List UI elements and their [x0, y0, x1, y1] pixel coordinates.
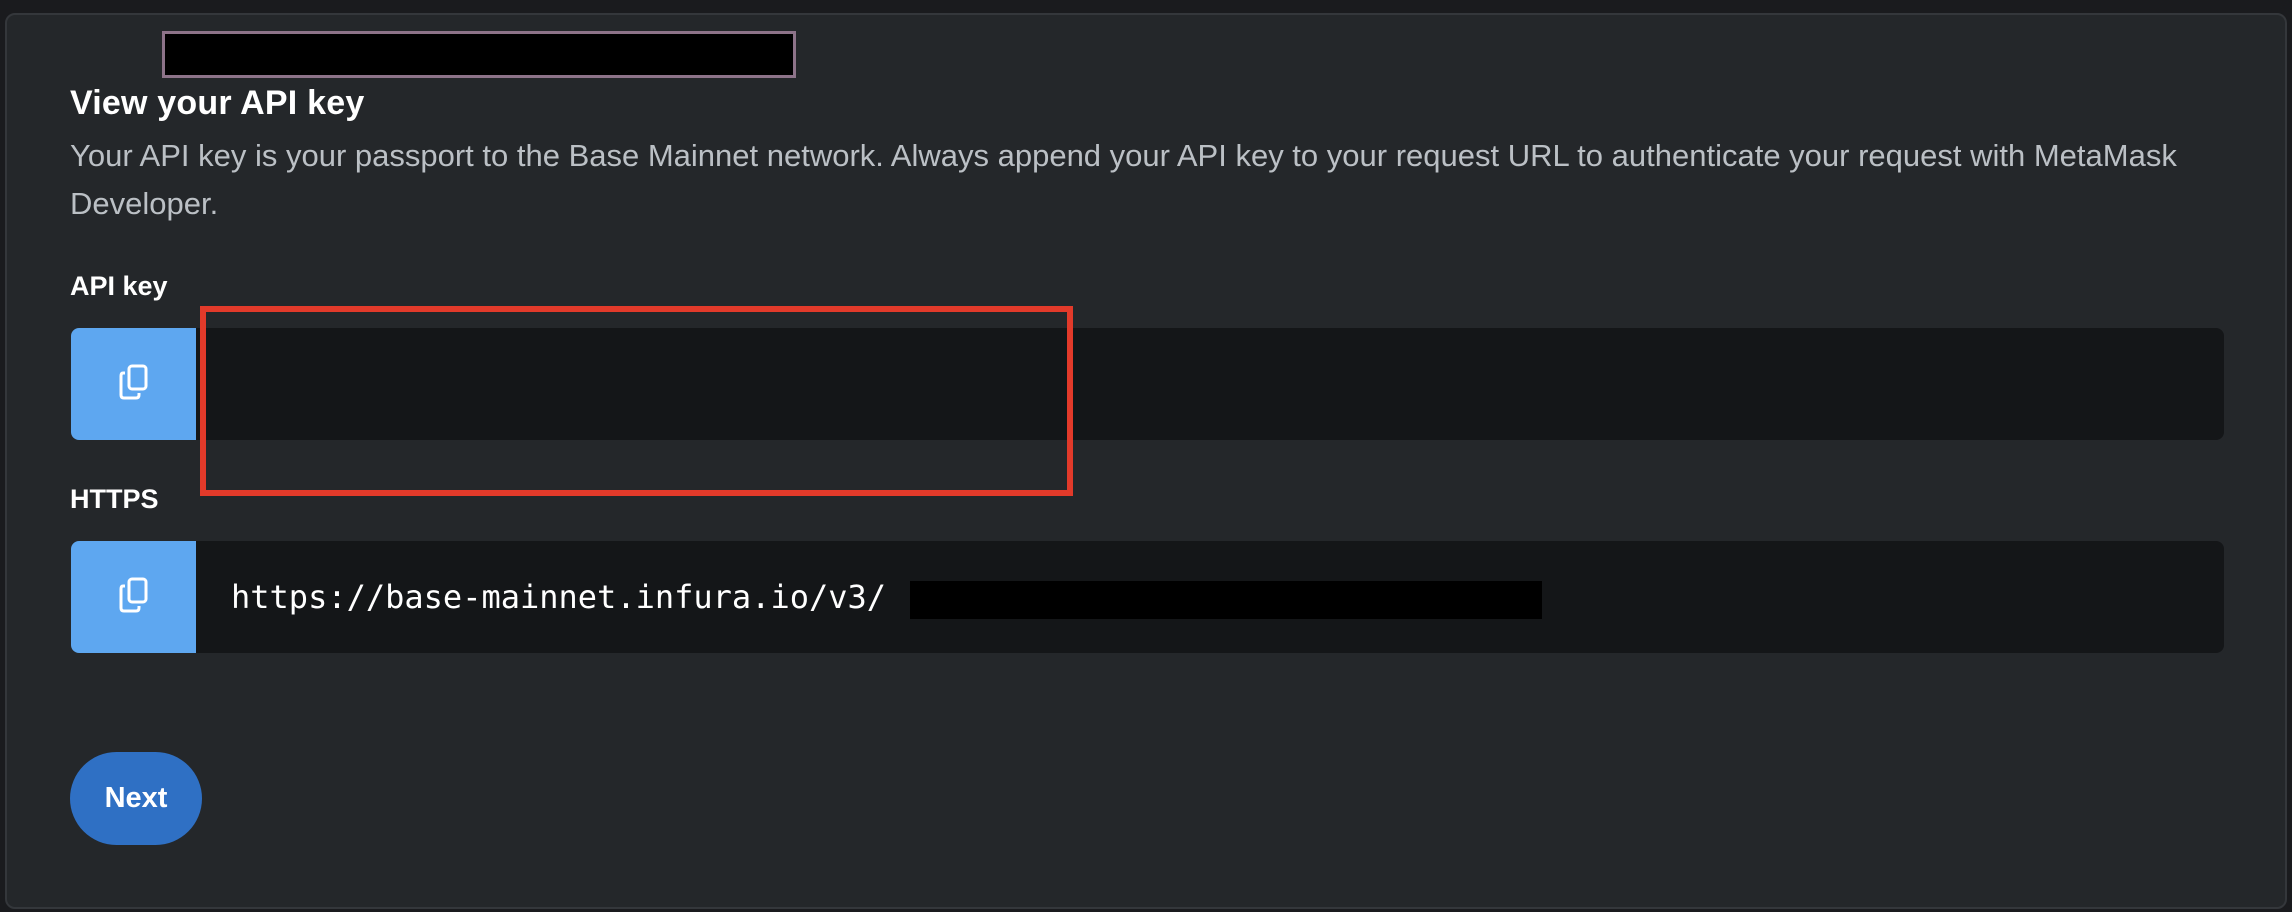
api-key-field: [71, 328, 2224, 440]
api-key-redaction: [162, 31, 796, 78]
section-description: Your API key is your passport to the Bas…: [70, 138, 2177, 221]
copy-icon: [116, 575, 152, 620]
copy-https-button[interactable]: [71, 541, 196, 653]
section-title: View your API key: [70, 84, 365, 122]
copy-api-key-button[interactable]: [71, 328, 196, 440]
https-redaction: [910, 581, 1542, 619]
copy-icon: [116, 362, 152, 407]
https-label: HTTPS: [70, 484, 159, 514]
https-endpoint-value[interactable]: https://base-mainnet.infura.io/v3/: [231, 541, 886, 653]
next-button[interactable]: Next: [70, 752, 202, 845]
api-key-label: API key: [70, 271, 168, 301]
